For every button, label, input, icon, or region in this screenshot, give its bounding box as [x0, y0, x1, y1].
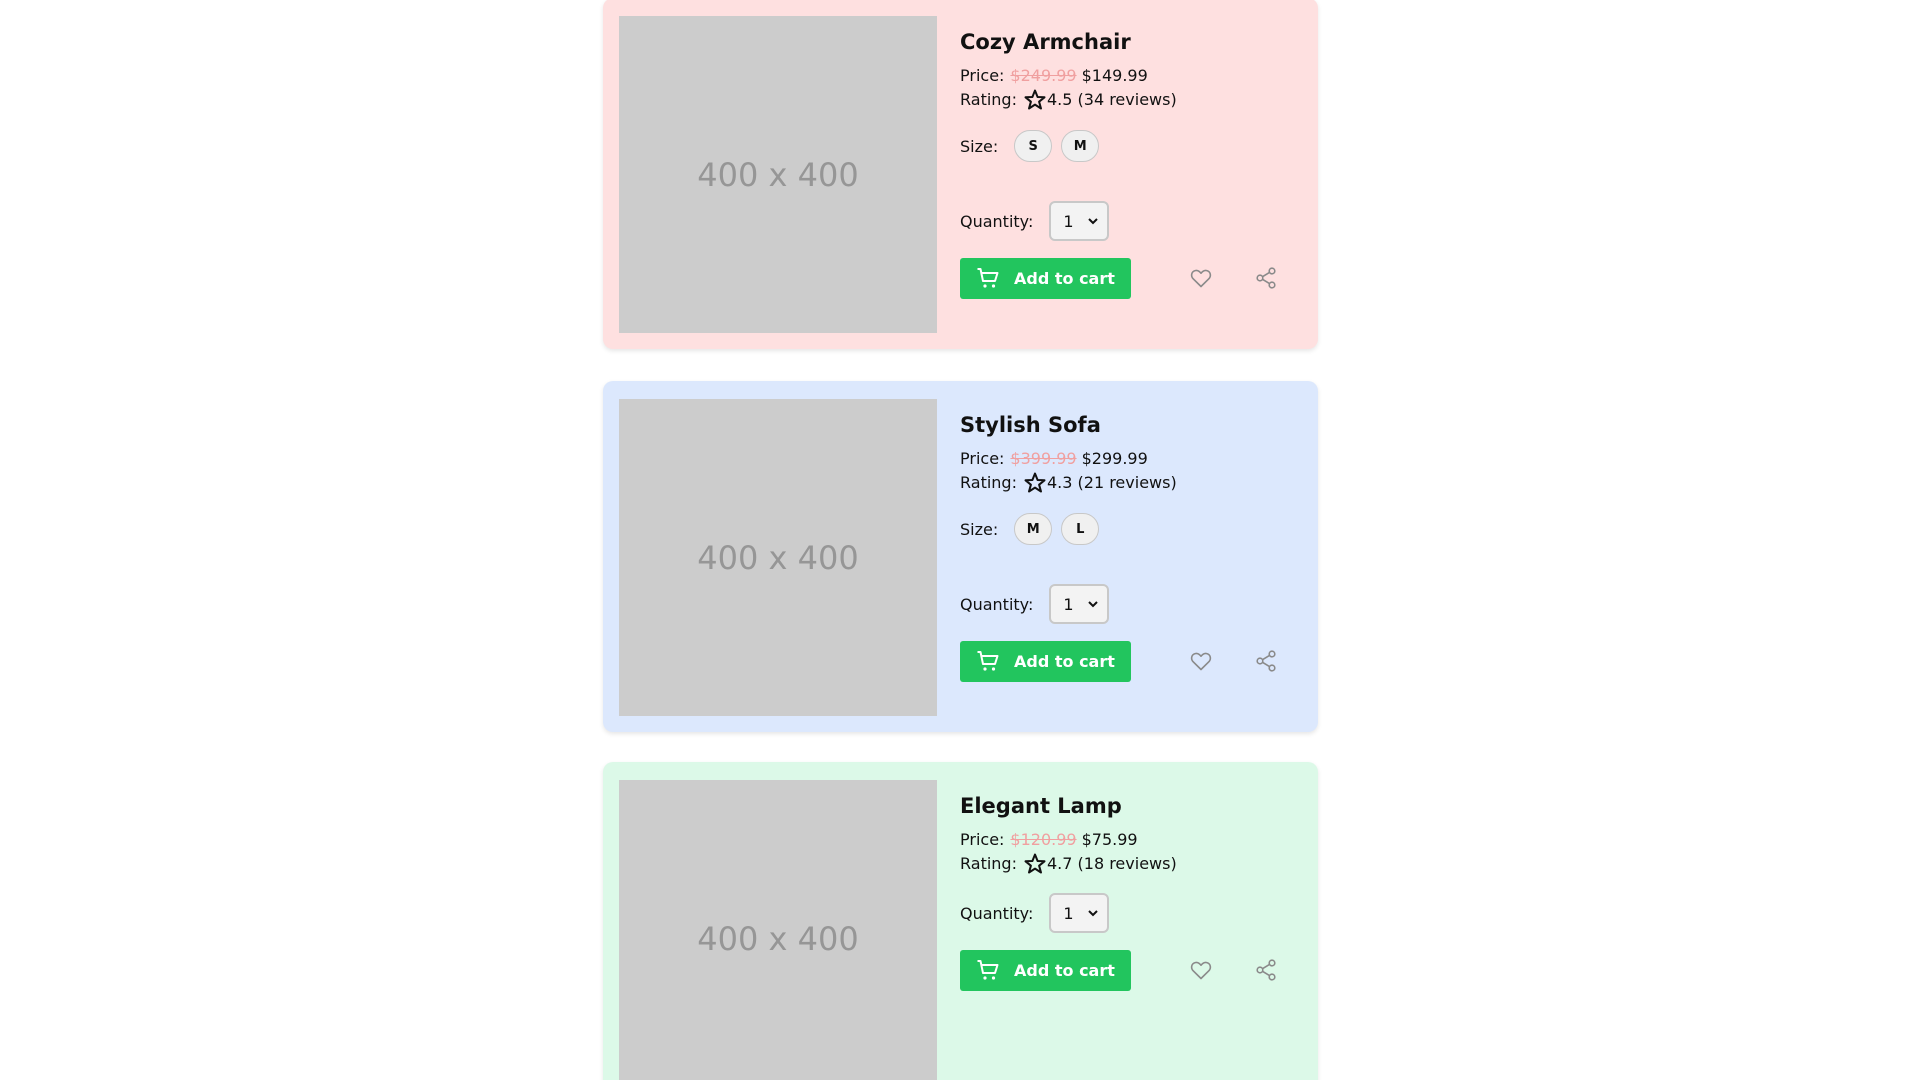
quantity-select[interactable]: 1	[1049, 893, 1110, 933]
quantity-row: Quantity: 1	[960, 893, 1300, 933]
quantity-value: 1	[1063, 211, 1074, 231]
chevron-down-icon	[1088, 910, 1099, 917]
quantity-value: 1	[1063, 903, 1074, 923]
quantity-row: Quantity: 1	[960, 201, 1300, 241]
product-title: Cozy Armchair	[960, 30, 1131, 54]
price-row: Price: $120.99 $75.99	[960, 828, 1300, 852]
heart-icon	[1190, 269, 1212, 288]
cart-icon	[977, 268, 999, 288]
price-label: Price:	[960, 66, 1005, 85]
old-price: $399.99	[1010, 449, 1077, 468]
quantity-label: Quantity:	[960, 594, 1034, 614]
star-icon	[1024, 89, 1046, 110]
product-title: Elegant Lamp	[960, 794, 1122, 818]
product-image: 400 x 400	[619, 399, 937, 716]
price-row: Price: $249.99 $149.99	[960, 64, 1300, 88]
current-price: $149.99	[1081, 66, 1148, 85]
wishlist-button[interactable]	[1186, 263, 1216, 293]
product-info: Cozy Armchair Price: $249.99 $149.99 Rat…	[960, 28, 1300, 299]
quantity-row: Quantity: 1	[960, 584, 1300, 624]
price-label: Price:	[960, 830, 1005, 849]
size-label: Size:	[960, 519, 999, 539]
share-icon	[1256, 650, 1276, 672]
rating-row: Rating: 4.5 (34 reviews)	[960, 88, 1300, 112]
quantity-select[interactable]: 1	[1049, 584, 1110, 624]
rating-row: Rating: 4.7 (18 reviews)	[960, 852, 1300, 876]
rating-value: 4.5 (34 reviews)	[1046, 90, 1177, 109]
rating-label: Rating:	[960, 90, 1017, 109]
size-option[interactable]: M	[1014, 513, 1053, 545]
image-placeholder-text: 400 x 400	[697, 919, 859, 958]
product-title: Stylish Sofa	[960, 413, 1101, 437]
wishlist-button[interactable]	[1186, 646, 1216, 676]
product-image: 400 x 400	[619, 16, 937, 333]
share-button[interactable]	[1251, 263, 1281, 293]
price-label: Price:	[960, 449, 1005, 468]
size-option[interactable]: M	[1061, 130, 1100, 162]
add-to-cart-label: Add to cart	[1014, 960, 1115, 980]
product-card: 400 x 400 Elegant Lamp Price: $120.99 $7…	[603, 762, 1318, 1080]
old-price: $120.99	[1010, 830, 1077, 849]
current-price: $75.99	[1081, 830, 1138, 849]
add-to-cart-label: Add to cart	[1014, 268, 1115, 288]
image-placeholder-text: 400 x 400	[697, 538, 859, 577]
chevron-down-icon	[1088, 601, 1099, 608]
current-price: $299.99	[1081, 449, 1148, 468]
heart-icon	[1190, 652, 1212, 671]
heart-icon	[1190, 961, 1212, 980]
star-icon	[1024, 853, 1046, 874]
cart-icon	[977, 651, 999, 671]
product-image: 400 x 400	[619, 780, 937, 1080]
rating-value: 4.3 (21 reviews)	[1046, 473, 1177, 492]
quantity-label: Quantity:	[960, 903, 1034, 923]
share-button[interactable]	[1251, 955, 1281, 985]
rating-label: Rating:	[960, 473, 1017, 492]
quantity-label: Quantity:	[960, 211, 1034, 231]
actions-row: Add to cart	[960, 949, 1300, 991]
star-icon	[1024, 472, 1046, 493]
product-info: Elegant Lamp Price: $120.99 $75.99 Ratin…	[960, 792, 1300, 991]
product-info: Stylish Sofa Price: $399.99 $299.99 Rati…	[960, 411, 1300, 682]
price-row: Price: $399.99 $299.99	[960, 447, 1300, 471]
add-to-cart-button[interactable]: Add to cart	[960, 949, 1131, 991]
add-to-cart-button[interactable]: Add to cart	[960, 257, 1131, 299]
size-label: Size:	[960, 136, 999, 156]
actions-row: Add to cart	[960, 257, 1300, 299]
chevron-down-icon	[1088, 218, 1099, 225]
product-card: 400 x 400 Cozy Armchair Price: $249.99 $…	[603, 0, 1318, 349]
quantity-value: 1	[1063, 594, 1074, 614]
wishlist-button[interactable]	[1186, 955, 1216, 985]
old-price: $249.99	[1010, 66, 1077, 85]
add-to-cart-label: Add to cart	[1014, 651, 1115, 671]
rating-row: Rating: 4.3 (21 reviews)	[960, 471, 1300, 495]
rating-label: Rating:	[960, 854, 1017, 873]
size-option[interactable]: S	[1014, 130, 1053, 162]
share-icon	[1256, 267, 1276, 289]
quantity-select[interactable]: 1	[1049, 201, 1110, 241]
size-option[interactable]: L	[1061, 513, 1100, 545]
product-card: 400 x 400 Stylish Sofa Price: $399.99 $2…	[603, 381, 1318, 732]
rating-value: 4.7 (18 reviews)	[1046, 854, 1177, 873]
cart-icon	[977, 960, 999, 980]
share-button[interactable]	[1251, 646, 1281, 676]
add-to-cart-button[interactable]: Add to cart	[960, 640, 1131, 682]
share-icon	[1256, 959, 1276, 981]
image-placeholder-text: 400 x 400	[697, 155, 859, 194]
size-row: Size: M L	[960, 513, 1300, 545]
size-row: Size: S M	[960, 130, 1300, 162]
actions-row: Add to cart	[960, 640, 1300, 682]
